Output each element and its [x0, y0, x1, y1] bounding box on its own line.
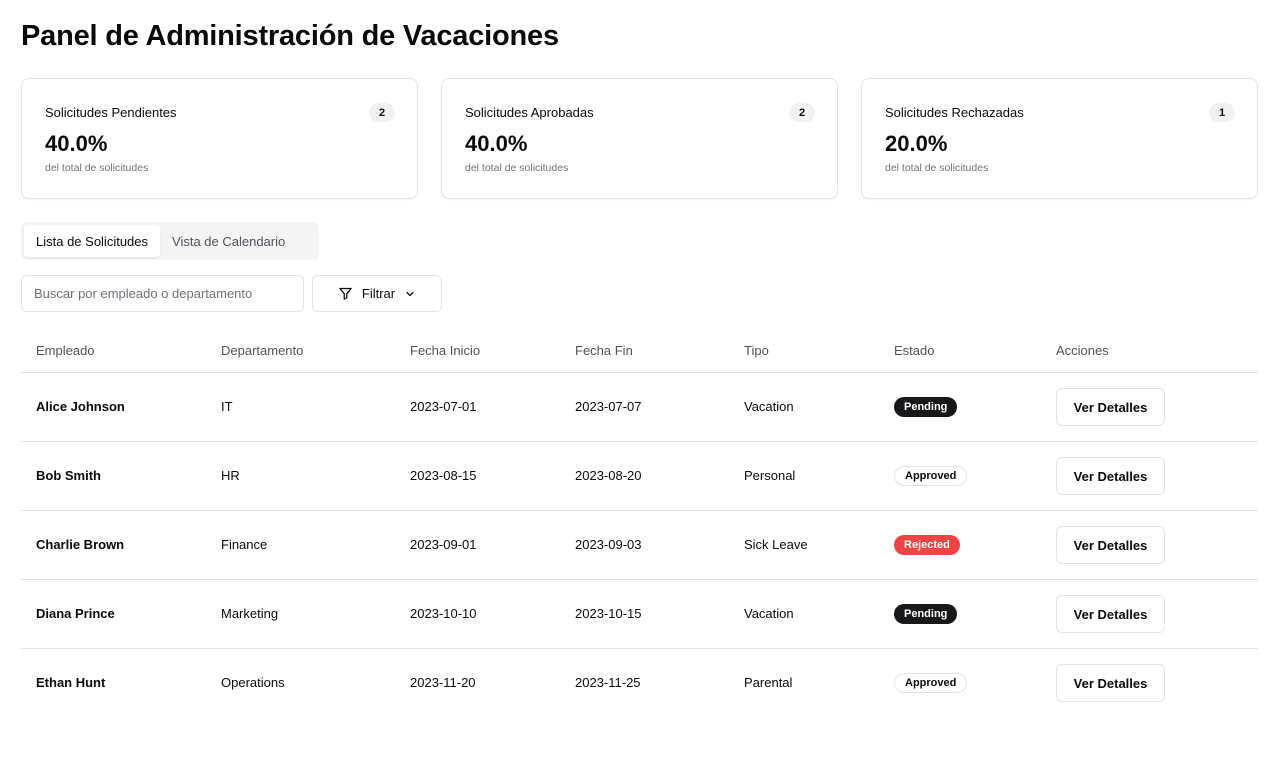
view-details-button[interactable]: Ver Detalles	[1056, 388, 1165, 426]
status-badge: Approved	[894, 466, 968, 486]
view-details-button[interactable]: Ver Detalles	[1056, 457, 1165, 495]
start-date: 2023-11-20	[410, 675, 476, 690]
end-date: 2023-09-03	[575, 537, 642, 552]
stat-subtext: del total de solicitudes	[885, 162, 989, 174]
page-title: Panel de Administración de Vacaciones	[21, 20, 559, 52]
header-end-date: Fecha Fin	[575, 343, 633, 358]
table-header: Empleado Departamento Fecha Inicio Fecha…	[21, 327, 1258, 373]
start-date: 2023-10-10	[410, 606, 477, 621]
view-details-button[interactable]: Ver Detalles	[1056, 595, 1165, 633]
table-row: Charlie Brown Finance 2023-09-01 2023-09…	[21, 511, 1258, 580]
stat-percent: 40.0%	[465, 131, 528, 156]
employee-name: Bob Smith	[36, 468, 101, 483]
table-row: Ethan Hunt Operations 2023-11-20 2023-11…	[21, 649, 1258, 718]
stat-label: Solicitudes Pendientes	[45, 105, 177, 120]
leave-type: Personal	[744, 468, 796, 483]
stat-subtext: del total de solicitudes	[465, 162, 569, 174]
table-row: Diana Prince Marketing 2023-10-10 2023-1…	[21, 580, 1258, 649]
filter-label: Filtrar	[361, 286, 396, 301]
stat-card-rejected: Solicitudes Rechazadas 1 20.0% del total…	[861, 78, 1258, 199]
tab-request-list[interactable]: Lista de Solicitudes	[24, 225, 161, 257]
status-badge: Pending	[894, 397, 958, 417]
department: Operations	[221, 675, 285, 690]
start-date: 2023-09-01	[410, 537, 477, 552]
status-badge: Pending	[894, 604, 958, 624]
stat-subtext: del total de solicitudes	[45, 162, 149, 174]
status-badge: Approved	[894, 673, 968, 693]
start-date: 2023-08-15	[410, 468, 477, 483]
chevron-down-icon	[406, 291, 414, 296]
header-type: Tipo	[744, 343, 769, 358]
filter-button[interactable]: Filtrar	[312, 275, 442, 312]
leave-type: Parental	[744, 675, 793, 690]
stat-label: Solicitudes Aprobadas	[465, 105, 594, 120]
filter-icon	[339, 287, 352, 300]
end-date: 2023-08-20	[575, 468, 642, 483]
header-department: Departamento	[221, 343, 304, 358]
department: IT	[221, 399, 233, 414]
employee-name: Diana Prince	[36, 606, 115, 621]
table-row: Alice Johnson IT 2023-07-01 2023-07-07 V…	[21, 373, 1258, 442]
stat-percent: 40.0%	[45, 131, 108, 156]
header-actions: Acciones	[1056, 343, 1109, 358]
end-date: 2023-07-07	[575, 399, 642, 414]
header-status: Estado	[894, 343, 935, 358]
stat-label: Solicitudes Rechazadas	[885, 105, 1024, 120]
stat-count-badge: 1	[1209, 103, 1235, 122]
employee-name: Charlie Brown	[36, 537, 125, 552]
header-start-date: Fecha Inicio	[410, 343, 481, 358]
table-row: Bob Smith HR 2023-08-15 2023-08-20 Perso…	[21, 442, 1258, 511]
end-date: 2023-10-15	[575, 606, 642, 621]
end-date: 2023-11-25	[575, 675, 641, 690]
view-details-button[interactable]: Ver Detalles	[1056, 664, 1165, 702]
stat-count-badge: 2	[369, 103, 395, 122]
header-employee: Empleado	[36, 343, 95, 358]
department: Marketing	[221, 606, 279, 621]
employee-name: Alice Johnson	[36, 399, 125, 414]
department: HR	[221, 468, 240, 483]
view-details-button[interactable]: Ver Detalles	[1056, 526, 1165, 564]
stat-card-pending: Solicitudes Pendientes 2 40.0% del total…	[21, 78, 418, 199]
status-badge: Rejected	[894, 535, 960, 555]
tab-calendar-view[interactable]: Vista de Calendario	[160, 225, 297, 257]
leave-type: Sick Leave	[744, 537, 808, 552]
leave-type: Vacation	[744, 606, 794, 621]
start-date: 2023-07-01	[410, 399, 477, 414]
department: Finance	[221, 537, 268, 552]
search-input[interactable]	[21, 275, 304, 312]
stat-card-approved: Solicitudes Aprobadas 2 40.0% del total …	[441, 78, 838, 199]
stat-percent: 20.0%	[885, 131, 948, 156]
leave-type: Vacation	[744, 399, 794, 414]
view-tabs: Lista de Solicitudes Vista de Calendario	[21, 222, 319, 260]
employee-name: Ethan Hunt	[36, 675, 106, 690]
stat-count-badge: 2	[789, 103, 815, 122]
